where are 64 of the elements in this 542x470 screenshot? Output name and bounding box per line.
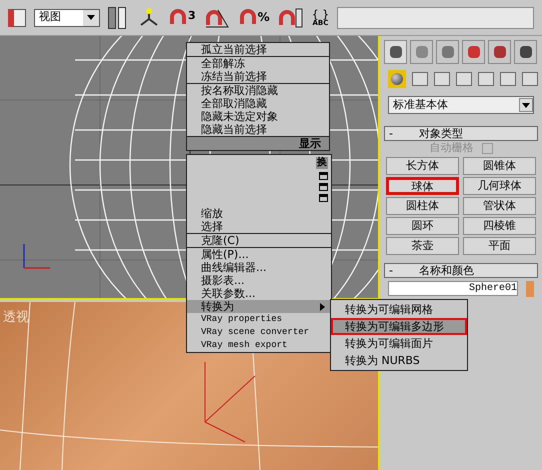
menu-item[interactable]: 曲线编辑器...	[187, 261, 331, 274]
primitive-button[interactable]: 平面	[463, 237, 536, 255]
menu-item[interactable]: 按名称取消隐藏	[187, 83, 329, 97]
category-dropdown[interactable]: 标准基本体	[388, 96, 534, 114]
primitive-button[interactable]: 长方体	[386, 157, 459, 175]
menu-item[interactable]: VRay mesh export	[187, 339, 331, 352]
menu-item[interactable]: VRay scene converter	[187, 326, 331, 339]
rollout-title: 对象类型	[419, 127, 463, 140]
primitive-button[interactable]: 四棱锥	[463, 217, 536, 235]
panel-tab-icon[interactable]	[384, 40, 407, 64]
menu-item[interactable]: 选择	[187, 220, 331, 233]
primitive-button[interactable]: 茶壶	[386, 237, 459, 255]
category-icon[interactable]	[434, 72, 450, 86]
menu-header: 换	[316, 157, 328, 169]
category-icon[interactable]	[522, 72, 538, 86]
menu-item[interactable]: 转换为 NURBS	[331, 352, 467, 369]
object-name-field[interactable]: Sphere01	[388, 281, 518, 296]
category-icon[interactable]	[478, 72, 494, 86]
object-color-swatch[interactable]	[526, 281, 534, 297]
menu-item[interactable]: 摄影表...	[187, 274, 331, 287]
named-selection-field[interactable]	[337, 6, 534, 28]
menu-item[interactable]: 全部取消隐藏	[187, 97, 329, 110]
panel-tab-icon[interactable]	[462, 40, 485, 64]
axis-gizmo-icon	[204, 362, 256, 442]
panel-tab-icon[interactable]	[436, 40, 459, 64]
primitive-button[interactable]: 管状体	[463, 197, 536, 215]
panel-tab-icon[interactable]	[488, 40, 511, 64]
menu-item[interactable]: VRay properties	[187, 313, 331, 326]
geometry-icon[interactable]	[388, 70, 406, 88]
menu-item[interactable]: 克隆(C)	[187, 233, 331, 247]
snap-toggle[interactable]: 3	[168, 8, 196, 28]
primitive-button[interactable]: 圆环	[386, 217, 459, 235]
category-icon[interactable]	[456, 72, 472, 86]
viewport-layout-icon[interactable]	[8, 8, 26, 26]
category-icon[interactable]	[500, 72, 516, 86]
submenu-arrow-icon	[320, 302, 325, 310]
autogrid-label: 自动栅格	[430, 141, 474, 155]
menu-item[interactable]: 转换为可编辑网格	[331, 301, 467, 318]
menu-item[interactable]: 属性(P)...	[187, 247, 331, 261]
viewport-label: 透视	[3, 309, 29, 327]
menu-item[interactable]: 孤立当前选择	[187, 43, 329, 56]
menu-item[interactable]: 冻结当前选择	[187, 70, 329, 83]
menu-item[interactable]: 转换为	[187, 300, 331, 313]
axis-icon[interactable]	[138, 6, 160, 28]
panel-tab-icon[interactable]	[514, 40, 537, 64]
primitive-button[interactable]: 圆锥体	[463, 157, 536, 175]
menu-item[interactable]: 隐藏当前选择	[187, 123, 329, 136]
rollout-title: 名称和颜色	[419, 264, 474, 277]
menu-item[interactable]: 缩放	[187, 207, 331, 220]
primitive-button[interactable]: 圆柱体	[386, 197, 459, 215]
view-dropdown[interactable]: 视图	[34, 8, 100, 26]
menu-item[interactable]: 关联参数...	[187, 287, 331, 300]
primitive-button[interactable]: 球体	[386, 177, 459, 195]
primitive-button[interactable]: 几何球体	[463, 177, 536, 195]
spinner-snap-icon[interactable]	[278, 6, 304, 28]
menu-header: 显示	[187, 136, 329, 150]
percent-snap-toggle[interactable]: %	[238, 8, 270, 28]
menu-item[interactable]: 全部解冻	[187, 56, 329, 70]
category-icon[interactable]	[412, 72, 428, 86]
collapse-toggle[interactable]: -	[389, 127, 419, 140]
menu-item[interactable]: 转换为可编辑面片	[331, 335, 467, 352]
collapse-toggle[interactable]: -	[389, 264, 419, 277]
menu-item[interactable]: 隐藏未选定对象	[187, 110, 329, 123]
menu-item[interactable]: 转换为可编辑多边形	[331, 318, 467, 335]
